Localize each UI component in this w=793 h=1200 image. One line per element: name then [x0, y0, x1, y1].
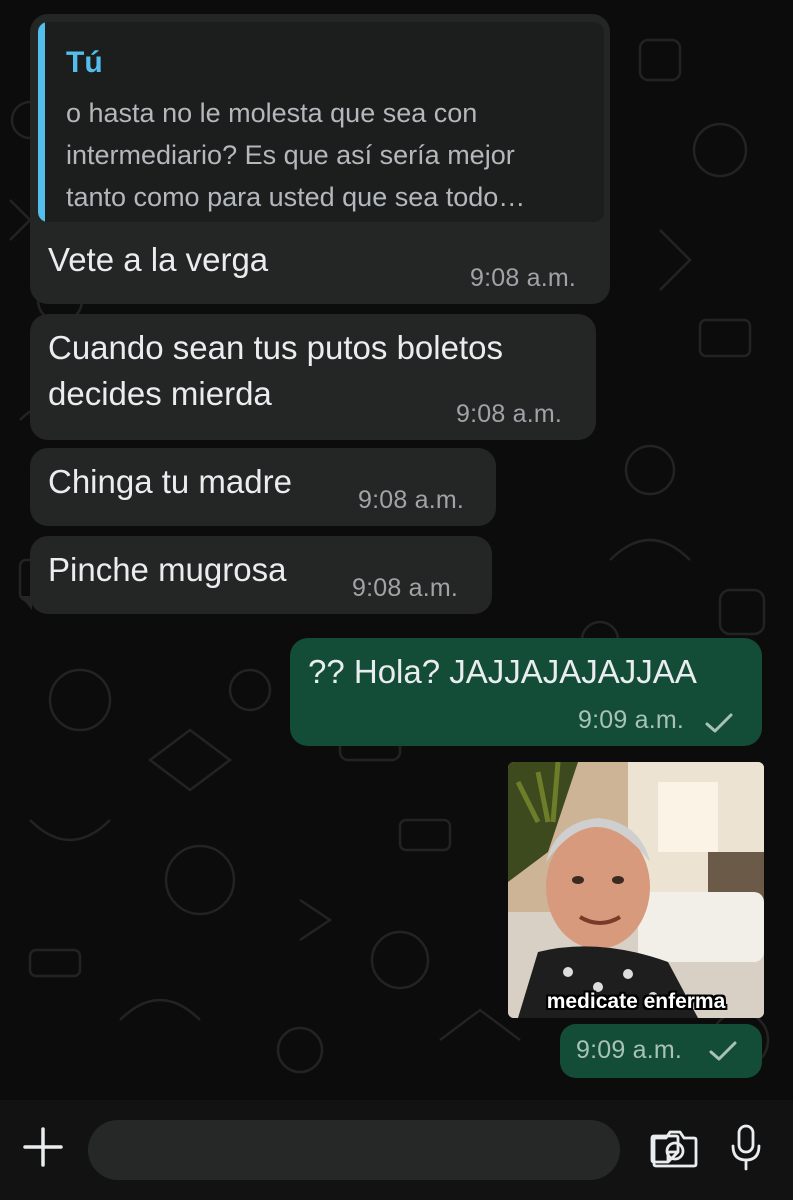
check-icon [709, 1041, 737, 1061]
bubble-tail [20, 596, 32, 610]
check-icon [705, 713, 733, 733]
message-text-line: decides mierda [48, 375, 272, 412]
incoming-message-with-quote[interactable]: Tú o hasta no le molesta que sea con int… [30, 14, 610, 304]
chat-thread[interactable]: Tú o hasta no le molesta que sea con int… [0, 0, 793, 1100]
microphone-icon[interactable] [730, 1124, 762, 1172]
message-time: 9:08 a.m. [456, 400, 563, 428]
image-caption: medicate enferma [546, 990, 726, 1013]
message-text: Pinche mugrosa [48, 551, 287, 588]
incoming-message[interactable]: Chinga tu madre 9:08 a.m. [30, 448, 496, 526]
quote-text-line: tanto como para usted que sea todo… [66, 182, 526, 212]
message-text-line: Cuando sean tus putos boletos [48, 329, 503, 366]
message-input[interactable] [88, 1120, 680, 1180]
quote-text-line: intermediario? Es que así sería mejor [66, 140, 515, 170]
message-time: 9:09 a.m. [578, 706, 685, 734]
outgoing-message[interactable]: ?? Hola? JAJJAJAJAJJAA 9:09 a.m. [290, 638, 762, 746]
plus-icon[interactable] [22, 1126, 64, 1168]
message-text: Vete a la verga [48, 241, 269, 278]
message-time: 9:08 a.m. [358, 486, 465, 514]
image-timestamp-pill: 9:09 a.m. [560, 1024, 762, 1078]
message-text: ?? Hola? JAJJAJAJAJJAA [308, 653, 697, 690]
quote-accent-bar [38, 22, 45, 222]
quote-text-line: o hasta no le molesta que sea con [66, 98, 478, 128]
message-time: 9:08 a.m. [470, 264, 577, 292]
image-message[interactable]: medicate enferma [508, 762, 764, 1018]
incoming-message[interactable]: Pinche mugrosa 9:08 a.m. [30, 536, 492, 614]
message-time: 9:09 a.m. [576, 1036, 683, 1064]
camera-icon[interactable] [652, 1128, 698, 1168]
incoming-message[interactable]: Cuando sean tus putos boletos decides mi… [30, 314, 596, 440]
quoted-message[interactable]: Tú o hasta no le molesta que sea con int… [38, 22, 604, 222]
quote-author: Tú [66, 46, 103, 79]
message-text: Chinga tu madre [48, 463, 292, 500]
composer-bar [0, 1100, 793, 1200]
message-time: 9:08 a.m. [352, 574, 459, 602]
meme-image [508, 762, 764, 1018]
